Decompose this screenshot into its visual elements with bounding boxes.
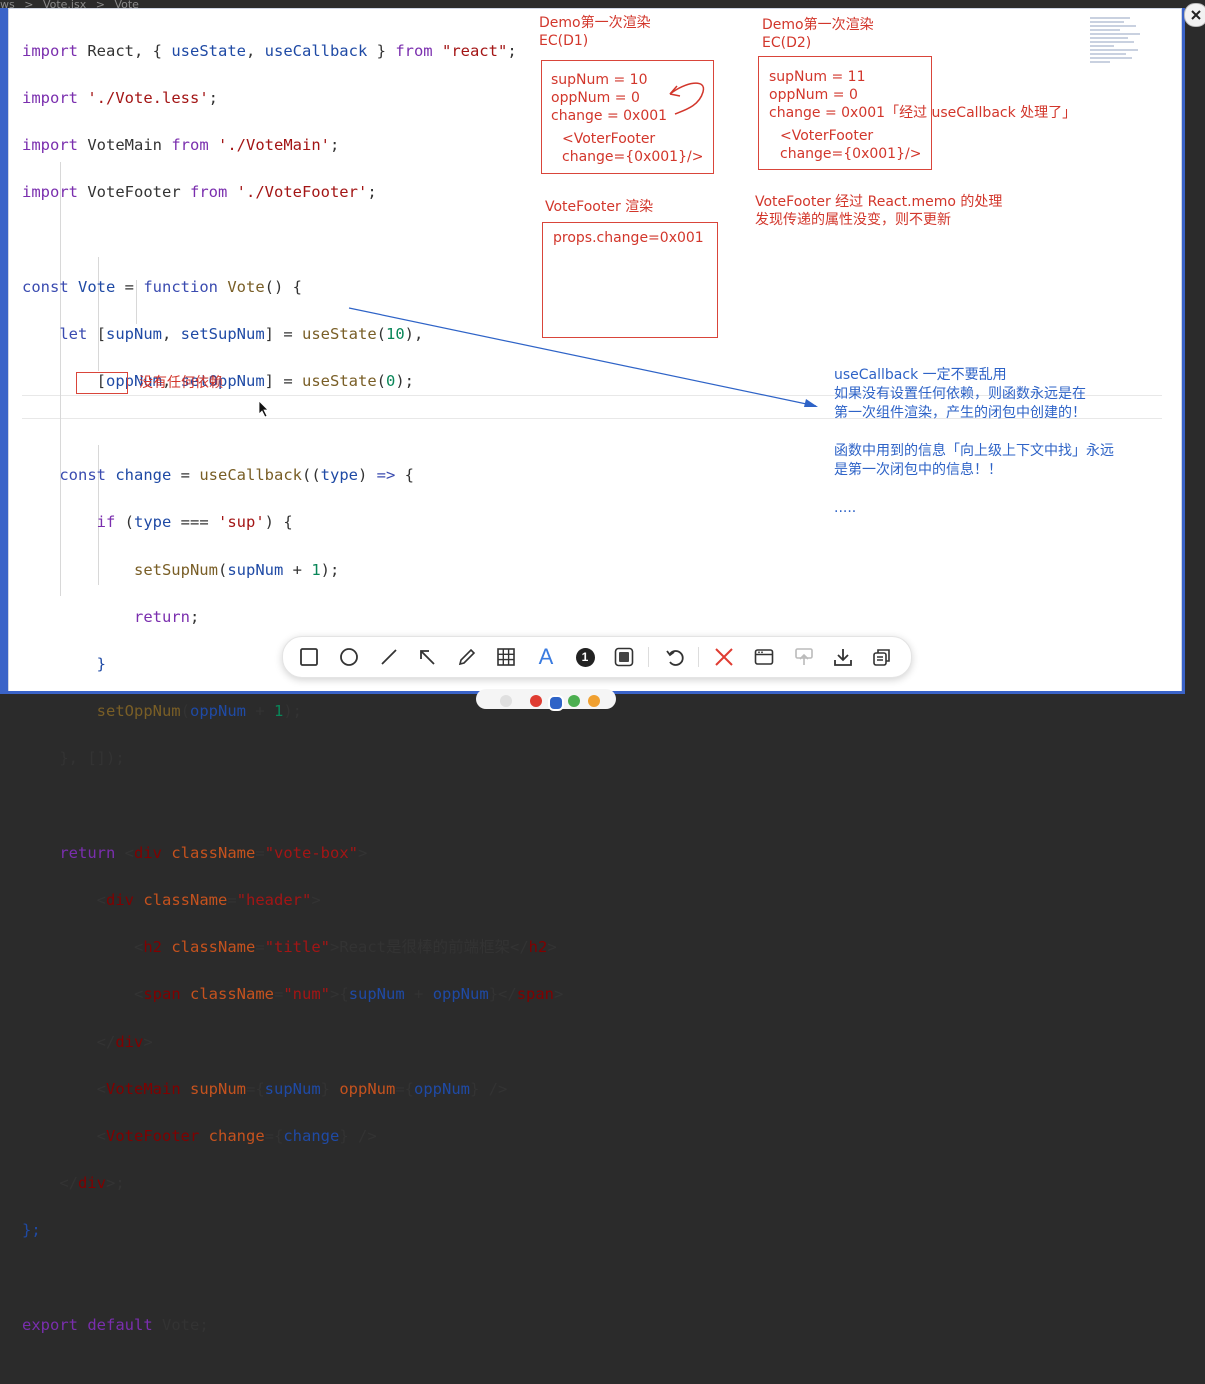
annotation-d2-body[interactable]: supNum = 11 oppNum = 0 change = 0x001「经过… [769, 68, 1076, 122]
code-line: <h2 className="title">React是很棒的前端框架</h2> [133, 938, 557, 957]
code-line: <VoteMain supNum={supNum} oppNum={oppNum… [96, 1079, 508, 1098]
annotation-d2-footer[interactable]: <VoterFooter change={0x001}/> [780, 127, 921, 163]
download-button[interactable] [831, 645, 855, 669]
annotation-memo-note[interactable]: VoteFooter 经过 React.memo 的处理 发现传递的属性没变，则… [755, 193, 1002, 229]
code-line: import VoteMain from './VoteMain'; [22, 135, 340, 154]
undo-icon [666, 650, 684, 666]
color-swatch[interactable] [530, 695, 542, 707]
code-line: <span className="num">{supNum + oppNum}<… [133, 985, 564, 1004]
code-line: <div className="header"> [96, 890, 321, 909]
toolbar-separator [698, 647, 699, 667]
rectangle-tool-button[interactable] [297, 645, 321, 669]
window-icon [754, 649, 774, 665]
code-line: setSupNum(supNum + 1); [133, 560, 340, 579]
annotation-no-deps[interactable]: 没有任何依赖 [139, 374, 223, 392]
annotation-d1-footer[interactable]: <VoterFooter change={0x001}/> [562, 130, 703, 166]
code-line: return <div className="vote-box"> [59, 843, 368, 862]
pin-icon [795, 648, 813, 665]
annotation-curve-arrow-icon[interactable] [655, 74, 715, 124]
color-swatch[interactable] [548, 695, 564, 711]
color-swatch[interactable] [568, 695, 580, 707]
code-line: import './Vote.less'; [22, 88, 219, 107]
minimap[interactable] [1090, 15, 1146, 75]
pen-icon [458, 648, 476, 666]
arrow-icon [420, 650, 435, 665]
close-x-icon [715, 648, 733, 666]
pen-tool-button[interactable] [455, 645, 479, 669]
highlight-tool-button[interactable] [612, 645, 636, 669]
pin-button[interactable] [792, 645, 816, 669]
line-icon [381, 649, 397, 665]
ellipse-tool-button[interactable] [337, 645, 361, 669]
window-capture-button[interactable] [752, 645, 776, 669]
rectangle-icon [300, 648, 318, 666]
close-button[interactable] [1184, 3, 1205, 27]
number-badge-icon: 1 [575, 647, 595, 667]
code-line: import VoteFooter from './VoteFooter'; [22, 183, 377, 202]
screenshot-editor: ws > Vote.jsx > Vote import React, { use… [0, 0, 1205, 1334]
annotation-votefooter-title[interactable]: VoteFooter 渲染 [545, 198, 653, 216]
delete-button[interactable] [712, 645, 736, 669]
code-line: </div>; [59, 1174, 125, 1193]
selection-border-left[interactable] [0, 8, 8, 694]
text-tool-icon: A [538, 644, 554, 669]
code-line: const change = useCallback((type) => { [59, 466, 415, 485]
color-swatch[interactable] [588, 695, 600, 707]
arrow-tool-button[interactable] [415, 645, 439, 669]
code-line: if (type === 'sup') { [96, 513, 293, 532]
copy-button[interactable] [870, 645, 894, 669]
selection-border-right[interactable] [1182, 8, 1185, 694]
undo-button[interactable] [663, 645, 687, 669]
download-icon [834, 649, 852, 666]
annotation-d2-title[interactable]: Demo第一次渲染 EC(D2) [762, 16, 874, 52]
mosaic-tool-button[interactable] [494, 645, 518, 669]
mouse-pointer-icon [258, 400, 269, 418]
highlight-icon [614, 647, 634, 667]
toolbar-separator [648, 647, 649, 667]
annotation-rect-deps[interactable] [76, 372, 128, 394]
code-line: const Vote = function Vote() { [22, 277, 302, 296]
grid-icon [497, 648, 515, 666]
code-line: import React, { useState, useCallback } … [22, 41, 517, 60]
code-line: }, []); [59, 749, 125, 768]
annotation-toolbar: A 1 [282, 636, 912, 678]
annotation-usecallback-note[interactable]: useCallback 一定不要乱用 如果没有设置任何依赖，则函数永远是在 第一… [834, 366, 1114, 518]
number-tool-button[interactable]: 1 [573, 645, 597, 669]
code-line: <VoteFooter change={change} /> [96, 1126, 377, 1145]
annotation-d1-title[interactable]: Demo第一次渲染 EC(D1) [539, 14, 651, 50]
color-palette[interactable] [476, 689, 616, 711]
color-swatch[interactable] [500, 695, 512, 707]
code-line: export default Vote; [22, 1315, 209, 1334]
code-line: return; [133, 607, 200, 626]
close-icon [1191, 10, 1201, 20]
code-line: }; [22, 1221, 41, 1240]
line-tool-button[interactable] [377, 645, 401, 669]
text-tool-button[interactable]: A [534, 644, 558, 669]
copy-icon [873, 649, 890, 666]
annotation-blue-arrow-icon[interactable] [340, 300, 830, 415]
annotation-votefooter-body[interactable]: props.change=0x001 [553, 229, 704, 247]
code-line: </div> [96, 1032, 153, 1051]
circle-icon [340, 648, 358, 666]
annotation-d1-body[interactable]: supNum = 10 oppNum = 0 change = 0x001 [551, 71, 667, 125]
